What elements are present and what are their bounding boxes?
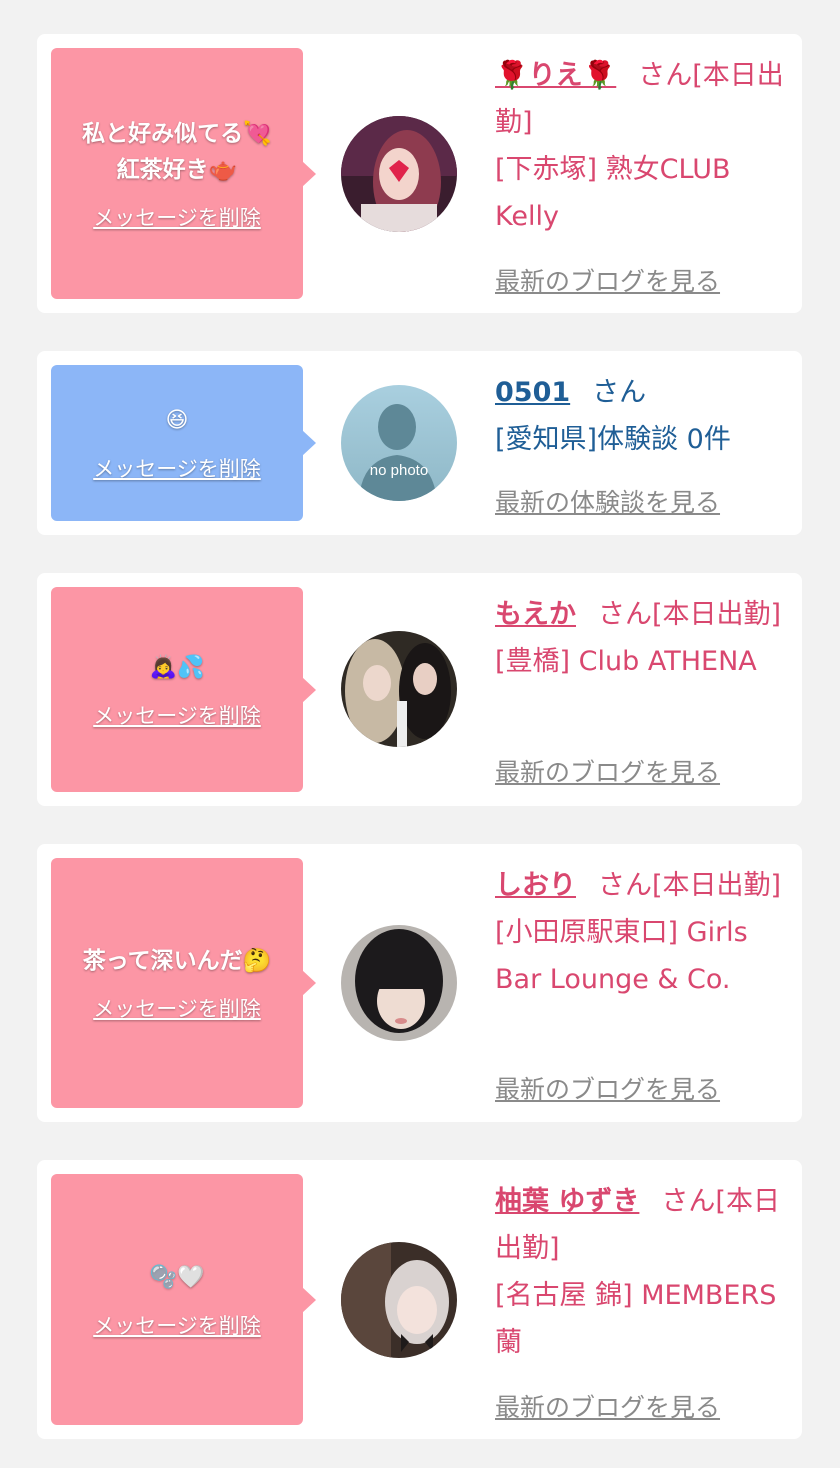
message-text: 私と好み似てる💘 紅茶好き🫖 (82, 120, 272, 183)
avatar[interactable] (341, 116, 457, 232)
shop-info: [豊橋] Club ATHENA (495, 646, 757, 677)
shop-info: [下赤塚] 熟女CLUB Kelly (495, 154, 731, 232)
message-card: 🙇‍♀️💦 メッセージを削除 もえか さん[本日出勤] [豊橋] Club ATH… (37, 573, 802, 806)
girl-name-link[interactable]: しおり (495, 870, 576, 901)
girl-name-link[interactable]: もえか (495, 599, 576, 630)
name-suffix: さん (592, 377, 647, 408)
girl-info: もえか さん[本日出勤] [豊橋] Club ATHENA (495, 591, 788, 685)
name-suffix: さん[本日出勤] (598, 599, 782, 630)
message-bubble: 茶って深いんだ🤔 メッセージを削除 (51, 858, 316, 1108)
avatar[interactable] (341, 925, 457, 1041)
girl-name-link[interactable]: 🌹りえ🌹 (495, 60, 616, 91)
user-name-link[interactable]: 0501 (495, 377, 570, 408)
girl-info: 0501 さん [愛知県]体験談 0件 (495, 369, 788, 463)
avatar[interactable] (341, 631, 457, 747)
no-photo-label: no photo (370, 462, 428, 479)
message-card: 私と好み似てる💘 紅茶好き🫖 メッセージを削除 🌹りえ🌹 さん[本日出勤] [下赤… (37, 34, 802, 313)
message-card: 茶って深いんだ🤔 メッセージを削除 しおり さん[本日出勤] [小田原駅東口] G… (37, 844, 802, 1122)
shop-info: [小田原駅東口] Girls Bar Lounge & Co. (495, 917, 748, 995)
delete-message-link[interactable]: メッセージを削除 (93, 202, 261, 232)
message-bubble: 😆 メッセージを削除 (51, 365, 316, 521)
message-card: 😆 メッセージを削除 no photo 0501 さん [愛知県]体験談 0件 (37, 351, 802, 535)
latest-blog-link[interactable]: 最新のブログを見る (495, 1388, 720, 1424)
name-suffix: さん[本日出勤] (598, 870, 782, 901)
message-text: 😆 (165, 408, 189, 433)
review-info: [愛知県]体験談 0件 (495, 424, 731, 455)
delete-message-link[interactable]: メッセージを削除 (93, 993, 261, 1023)
girl-name-link[interactable]: 柚葉 ゆずき (495, 1186, 639, 1217)
girl-info: 柚葉 ゆずき さん[本日出勤] [名古屋 錦] MEMBERS 蘭 (495, 1178, 788, 1366)
delete-message-link[interactable]: メッセージを削除 (93, 1310, 261, 1340)
message-bubble: 🙇‍♀️💦 メッセージを削除 (51, 587, 316, 792)
message-list: 私と好み似てる💘 紅茶好き🫖 メッセージを削除 🌹りえ🌹 さん[本日出勤] [下赤… (0, 0, 840, 1468)
avatar-photo (341, 1242, 457, 1358)
avatar[interactable] (341, 1242, 457, 1358)
girl-info: 🌹りえ🌹 さん[本日出勤] [下赤塚] 熟女CLUB Kelly (495, 52, 788, 240)
avatar-photo (341, 925, 457, 1041)
latest-blog-link[interactable]: 最新のブログを見る (495, 262, 720, 298)
shop-info: [名古屋 錦] MEMBERS 蘭 (495, 1280, 777, 1358)
girl-info: しおり さん[本日出勤] [小田原駅東口] Girls Bar Lounge & … (495, 862, 788, 1003)
latest-blog-link[interactable]: 最新のブログを見る (495, 753, 720, 789)
delete-message-link[interactable]: メッセージを削除 (93, 453, 261, 483)
message-bubble: 🫧🤍 メッセージを削除 (51, 1174, 316, 1425)
message-text: 🫧🤍 (149, 1264, 205, 1290)
latest-review-link[interactable]: 最新の体験談を見る (495, 483, 720, 519)
message-text: 茶って深いんだ🤔 (82, 948, 272, 974)
latest-blog-link[interactable]: 最新のブログを見る (495, 1070, 720, 1106)
no-photo-icon: no photo (341, 385, 457, 501)
avatar-photo (341, 631, 457, 747)
message-card: 🫧🤍 メッセージを削除 柚葉 ゆずき さん[本日出勤] [名古屋 錦] MEMBE… (37, 1160, 802, 1439)
avatar-photo (341, 116, 457, 232)
message-text: 🙇‍♀️💦 (149, 654, 205, 680)
message-bubble: 私と好み似てる💘 紅茶好き🫖 メッセージを削除 (51, 48, 316, 299)
avatar[interactable]: no photo (341, 385, 457, 501)
delete-message-link[interactable]: メッセージを削除 (93, 700, 261, 730)
